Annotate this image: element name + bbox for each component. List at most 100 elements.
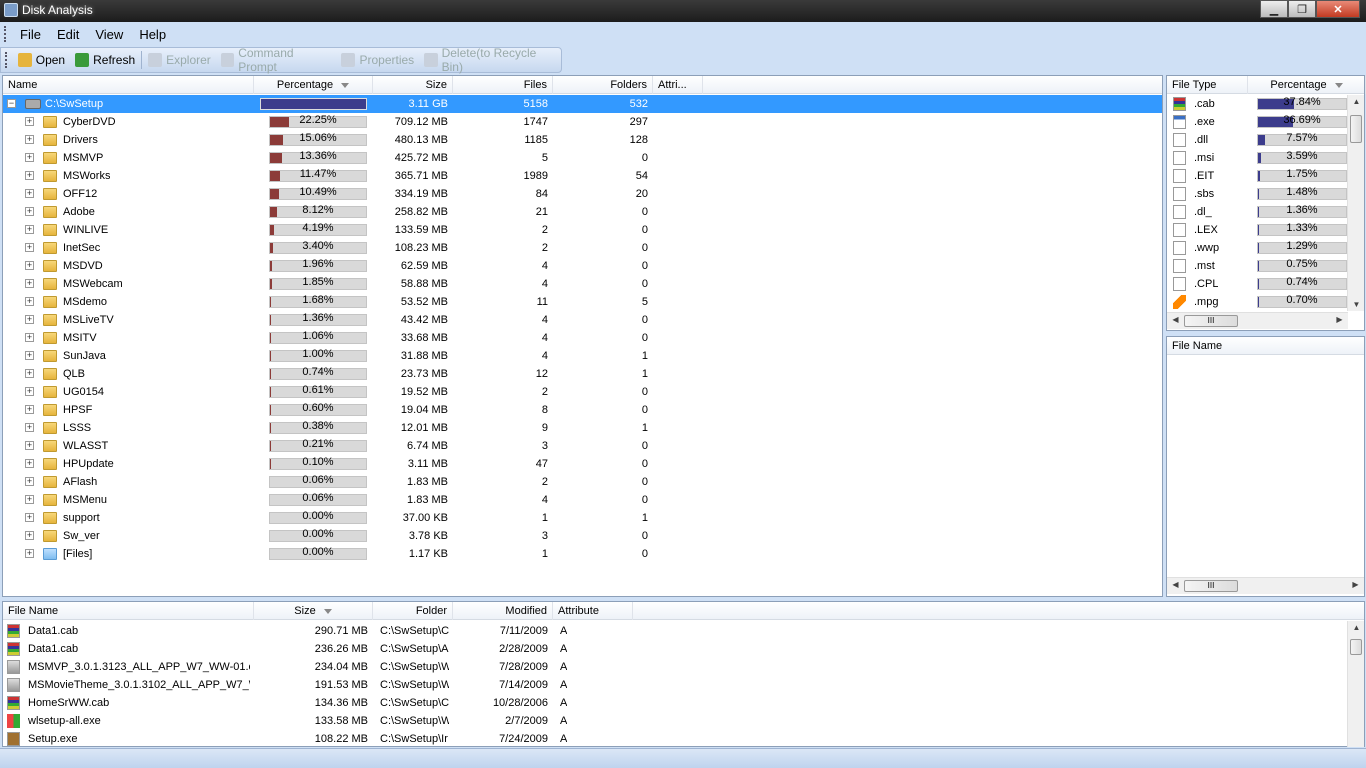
filetype-row[interactable]: .msi 3.59% [1167,149,1364,167]
tree-row[interactable]: + WINLIVE 4.19% 133.59 MB 2 0 [3,221,1162,239]
col-file-size[interactable]: Size [254,602,373,620]
expand-icon[interactable]: + [25,441,34,450]
expand-icon[interactable]: + [25,459,34,468]
tree-row[interactable]: + UG0154 0.61% 19.52 MB 2 0 [3,383,1162,401]
expand-icon[interactable]: + [25,387,34,396]
scroll-thumb[interactable]: III [1184,580,1238,592]
tree-row[interactable]: + MSMVP 13.36% 425.72 MB 5 0 [3,149,1162,167]
filetype-horizontal-scrollbar[interactable]: ◀ III ▶ [1167,312,1348,329]
toolbar-refresh-button[interactable]: Refresh [70,49,140,71]
tree-row[interactable]: + LSSS 0.38% 12.01 MB 9 1 [3,419,1162,437]
tree-row[interactable]: + CyberDVD 22.25% 709.12 MB 1747 297 [3,113,1162,131]
tree-row[interactable]: + WLASST 0.21% 6.74 MB 3 0 [3,437,1162,455]
expand-icon[interactable]: + [25,315,34,324]
tree-row[interactable]: + MSLiveTV 1.36% 43.42 MB 4 0 [3,311,1162,329]
tree-row[interactable]: + MSMenu 0.06% 1.83 MB 4 0 [3,491,1162,509]
col-attribute[interactable]: Attribute [553,602,633,620]
expand-icon[interactable]: + [25,405,34,414]
tree-root-row[interactable]: − C:\SwSetup 3.11 GB 5158 532 [3,95,1162,113]
scroll-left-icon[interactable]: ◀ [1167,315,1184,324]
collapse-icon[interactable]: − [7,99,16,108]
tree-row[interactable]: + HPUpdate 0.10% 3.11 MB 47 0 [3,455,1162,473]
col-file-name[interactable]: File Name [1167,337,1366,355]
tree-row[interactable]: + support 0.00% 37.00 KB 1 1 [3,509,1162,527]
expand-icon[interactable]: + [25,117,34,126]
file-row[interactable]: Data1.cab 290.71 MB C:\SwSetup\C 7/11/2009 A [3,622,1364,640]
menu-help[interactable]: Help [131,27,174,42]
expand-icon[interactable]: + [25,351,34,360]
filetype-row[interactable]: .CPL 0.74% [1167,275,1364,293]
expand-icon[interactable]: + [25,153,34,162]
scroll-left-icon[interactable]: ◀ [1167,580,1184,589]
expand-icon[interactable]: + [25,261,34,270]
file-row[interactable]: Data1.cab 236.26 MB C:\SwSetup\A 2/28/2009 A [3,640,1364,658]
filetype-row[interactable]: .exe 36.69% [1167,113,1364,131]
expand-icon[interactable]: + [25,549,34,558]
filetype-row[interactable]: .sbs 1.48% [1167,185,1364,203]
scroll-right-icon[interactable]: ▶ [1347,580,1364,589]
scroll-thumb[interactable]: III [1184,315,1238,327]
expand-icon[interactable]: + [25,495,34,504]
col-files[interactable]: Files [453,76,553,94]
expand-icon[interactable]: + [25,243,34,252]
filetype-row[interactable]: .cab 37.84% [1167,95,1364,113]
filetype-vertical-scrollbar[interactable]: ▲ ▼ [1347,95,1364,311]
tree-row[interactable]: + AFlash 0.06% 1.83 MB 2 0 [3,473,1162,491]
menu-view[interactable]: View [87,27,131,42]
filetype-row[interactable]: .EIT 1.75% [1167,167,1364,185]
col-file-type[interactable]: File Type [1167,76,1248,94]
toolbar-open-button[interactable]: Open [13,49,70,71]
col-ft-percentage[interactable]: Percentage [1248,76,1366,94]
expand-icon[interactable]: + [25,225,34,234]
filetype-row[interactable]: .mpg 0.70% [1167,293,1364,311]
tree-row[interactable]: + InetSec 3.40% 108.23 MB 2 0 [3,239,1162,257]
filename-horizontal-scrollbar[interactable]: ◀ III ▶ [1167,577,1364,594]
tree-row[interactable]: + HPSF 0.60% 19.04 MB 8 0 [3,401,1162,419]
tree-row[interactable]: + MSWorks 11.47% 365.71 MB 1989 54 [3,167,1162,185]
file-row[interactable]: MSMVP_3.0.1.3123_ALL_APP_W7_WW-01.ex 234.… [3,658,1364,676]
expand-icon[interactable]: + [25,207,34,216]
col-percentage[interactable]: Percentage [254,76,373,94]
expand-icon[interactable]: + [25,531,34,540]
col-name[interactable]: Name [3,76,254,94]
expand-icon[interactable]: + [25,135,34,144]
col-size[interactable]: Size [373,76,453,94]
col-attributes[interactable]: Attri... [653,76,703,94]
tree-row[interactable]: + [Files] 0.00% 1.17 KB 1 0 [3,545,1162,563]
menu-file[interactable]: File [12,27,49,42]
tree-row[interactable]: + QLB 0.74% 23.73 MB 12 1 [3,365,1162,383]
file-row[interactable]: MSMovieTheme_3.0.1.3102_ALL_APP_W7_W 191.… [3,676,1364,694]
tree-row[interactable]: + Adobe 8.12% 258.82 MB 21 0 [3,203,1162,221]
expand-icon[interactable]: + [25,477,34,486]
filetype-row[interactable]: .LEX 1.33% [1167,221,1364,239]
expand-icon[interactable]: + [25,369,34,378]
filetype-row[interactable]: .mst 0.75% [1167,257,1364,275]
scroll-up-icon[interactable]: ▲ [1348,97,1365,106]
col-file-name[interactable]: File Name [3,602,254,620]
filetype-row[interactable]: .dll 7.57% [1167,131,1364,149]
tree-row[interactable]: + MSITV 1.06% 33.68 MB 4 0 [3,329,1162,347]
scroll-right-icon[interactable]: ▶ [1331,315,1348,324]
col-modified[interactable]: Modified [453,602,553,620]
filetype-row[interactable]: .wwp 1.29% [1167,239,1364,257]
file-row[interactable]: wlsetup-all.exe 133.58 MB C:\SwSetup\W 2/7/… [3,712,1364,730]
tree-row[interactable]: + MSWebcam 1.85% 58.88 MB 4 0 [3,275,1162,293]
expand-icon[interactable]: + [25,189,34,198]
close-button[interactable]: ✕ [1316,0,1360,18]
filetype-row[interactable]: .dl_ 1.36% [1167,203,1364,221]
tree-row[interactable]: + MSDVD 1.96% 62.59 MB 4 0 [3,257,1162,275]
minimize-button[interactable]: ▁ [1260,0,1288,18]
tree-row[interactable]: + Sw_ver 0.00% 3.78 KB 3 0 [3,527,1162,545]
tree-row[interactable]: + Drivers 15.06% 480.13 MB 1185 128 [3,131,1162,149]
scroll-thumb[interactable] [1350,115,1362,143]
tree-row[interactable]: + OFF12 10.49% 334.19 MB 84 20 [3,185,1162,203]
col-folder[interactable]: Folder [373,602,453,620]
file-row[interactable]: HomeSrWW.cab 134.36 MB C:\SwSetup\C 10/28/2… [3,694,1364,712]
expand-icon[interactable]: + [25,513,34,522]
scroll-thumb[interactable] [1350,639,1362,655]
tree-row[interactable]: + MSdemo 1.68% 53.52 MB 11 5 [3,293,1162,311]
expand-icon[interactable]: + [25,423,34,432]
files-vertical-scrollbar[interactable]: ▲ [1347,621,1364,747]
expand-icon[interactable]: + [25,333,34,342]
expand-icon[interactable]: + [25,297,34,306]
